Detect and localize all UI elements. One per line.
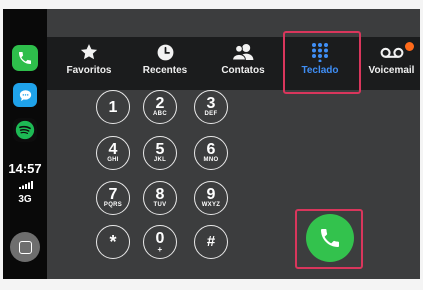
sidebar-app-phone[interactable]	[12, 45, 38, 71]
home-square-icon	[18, 240, 32, 254]
keypad-key-4[interactable]: 4 GHI	[96, 136, 130, 170]
voicemail-icon	[380, 47, 403, 58]
key-digit: #	[206, 233, 216, 250]
tab-label: Recentes	[142, 65, 188, 76]
tab-contatos[interactable]: Contatos	[207, 37, 279, 90]
key-digit: 2	[155, 95, 165, 112]
key-digit: 5	[155, 141, 165, 158]
tab-bar: Favoritos Recentes Contatos Teclado Voic…	[47, 37, 420, 90]
teclado-highlight-box	[283, 31, 361, 94]
status-time: 14:57	[8, 161, 42, 176]
key-digit: 1	[108, 98, 118, 116]
star-icon	[80, 44, 98, 60]
keypad-key-0[interactable]: 0 +	[143, 225, 177, 259]
key-letters: WXYZ	[201, 202, 221, 208]
keypad-key-8[interactable]: 8 TUV	[143, 181, 177, 215]
keypad-key-6[interactable]: 6 MNO	[194, 136, 228, 170]
keypad-key-5[interactable]: 5 JKL	[143, 136, 177, 170]
carplay-sidebar: 14:57 3G	[3, 9, 47, 279]
keypad-key-1[interactable]: 1	[96, 90, 130, 124]
key-letters: GHI	[107, 157, 119, 163]
keypad-key-9[interactable]: 9 WXYZ	[194, 181, 228, 215]
tab-label: Contatos	[221, 65, 265, 76]
tab-recentes[interactable]: Recentes	[129, 37, 201, 90]
home-button[interactable]	[10, 232, 40, 262]
keypad-key-star[interactable]: *	[96, 225, 130, 259]
key-digit: 9	[206, 186, 216, 203]
key-letters: MNO	[203, 157, 219, 163]
phone-call-icon	[321, 229, 339, 247]
key-letters: ABC	[153, 111, 167, 117]
key-digit: 4	[108, 141, 118, 158]
phone-app-main: Favoritos Recentes Contatos Teclado Voic…	[47, 9, 420, 279]
sidebar-app-spotify[interactable]	[13, 118, 37, 142]
keypad-key-2[interactable]: 2 ABC	[143, 90, 177, 124]
contacts-icon	[232, 44, 254, 61]
status-network: 3G	[18, 194, 32, 205]
tab-label: Favoritos	[66, 65, 112, 76]
key-letters: DEF	[204, 111, 218, 117]
spotify-icon	[15, 120, 35, 140]
key-letters: JKL	[153, 157, 167, 163]
key-digit: *	[109, 232, 117, 252]
keypad-key-hash[interactable]: #	[194, 225, 228, 259]
call-button[interactable]	[306, 214, 354, 262]
tab-favoritos[interactable]: Favoritos	[49, 37, 129, 90]
phone-icon	[19, 52, 31, 64]
key-digit: 3	[206, 95, 216, 112]
key-digit: 0	[155, 230, 165, 247]
clock-icon	[157, 44, 173, 60]
signal-strength-icon	[19, 181, 33, 189]
key-letters: TUV	[153, 202, 167, 208]
carplay-screen: 14:57 3G Favoritos Recentes Contatos Tec…	[3, 9, 420, 279]
sidebar-app-messages[interactable]	[13, 83, 37, 107]
key-letters: PQRS	[103, 202, 123, 208]
message-bubble-icon	[19, 89, 31, 101]
key-digit: 6	[206, 141, 216, 158]
key-letters: +	[157, 245, 163, 254]
key-digit: 8	[155, 186, 165, 203]
keypad-key-3[interactable]: 3 DEF	[194, 90, 228, 124]
key-digit: 7	[108, 186, 118, 203]
tab-label: Voicemail	[368, 65, 415, 76]
voicemail-badge	[405, 42, 414, 51]
keypad-key-7[interactable]: 7 PQRS	[96, 181, 130, 215]
